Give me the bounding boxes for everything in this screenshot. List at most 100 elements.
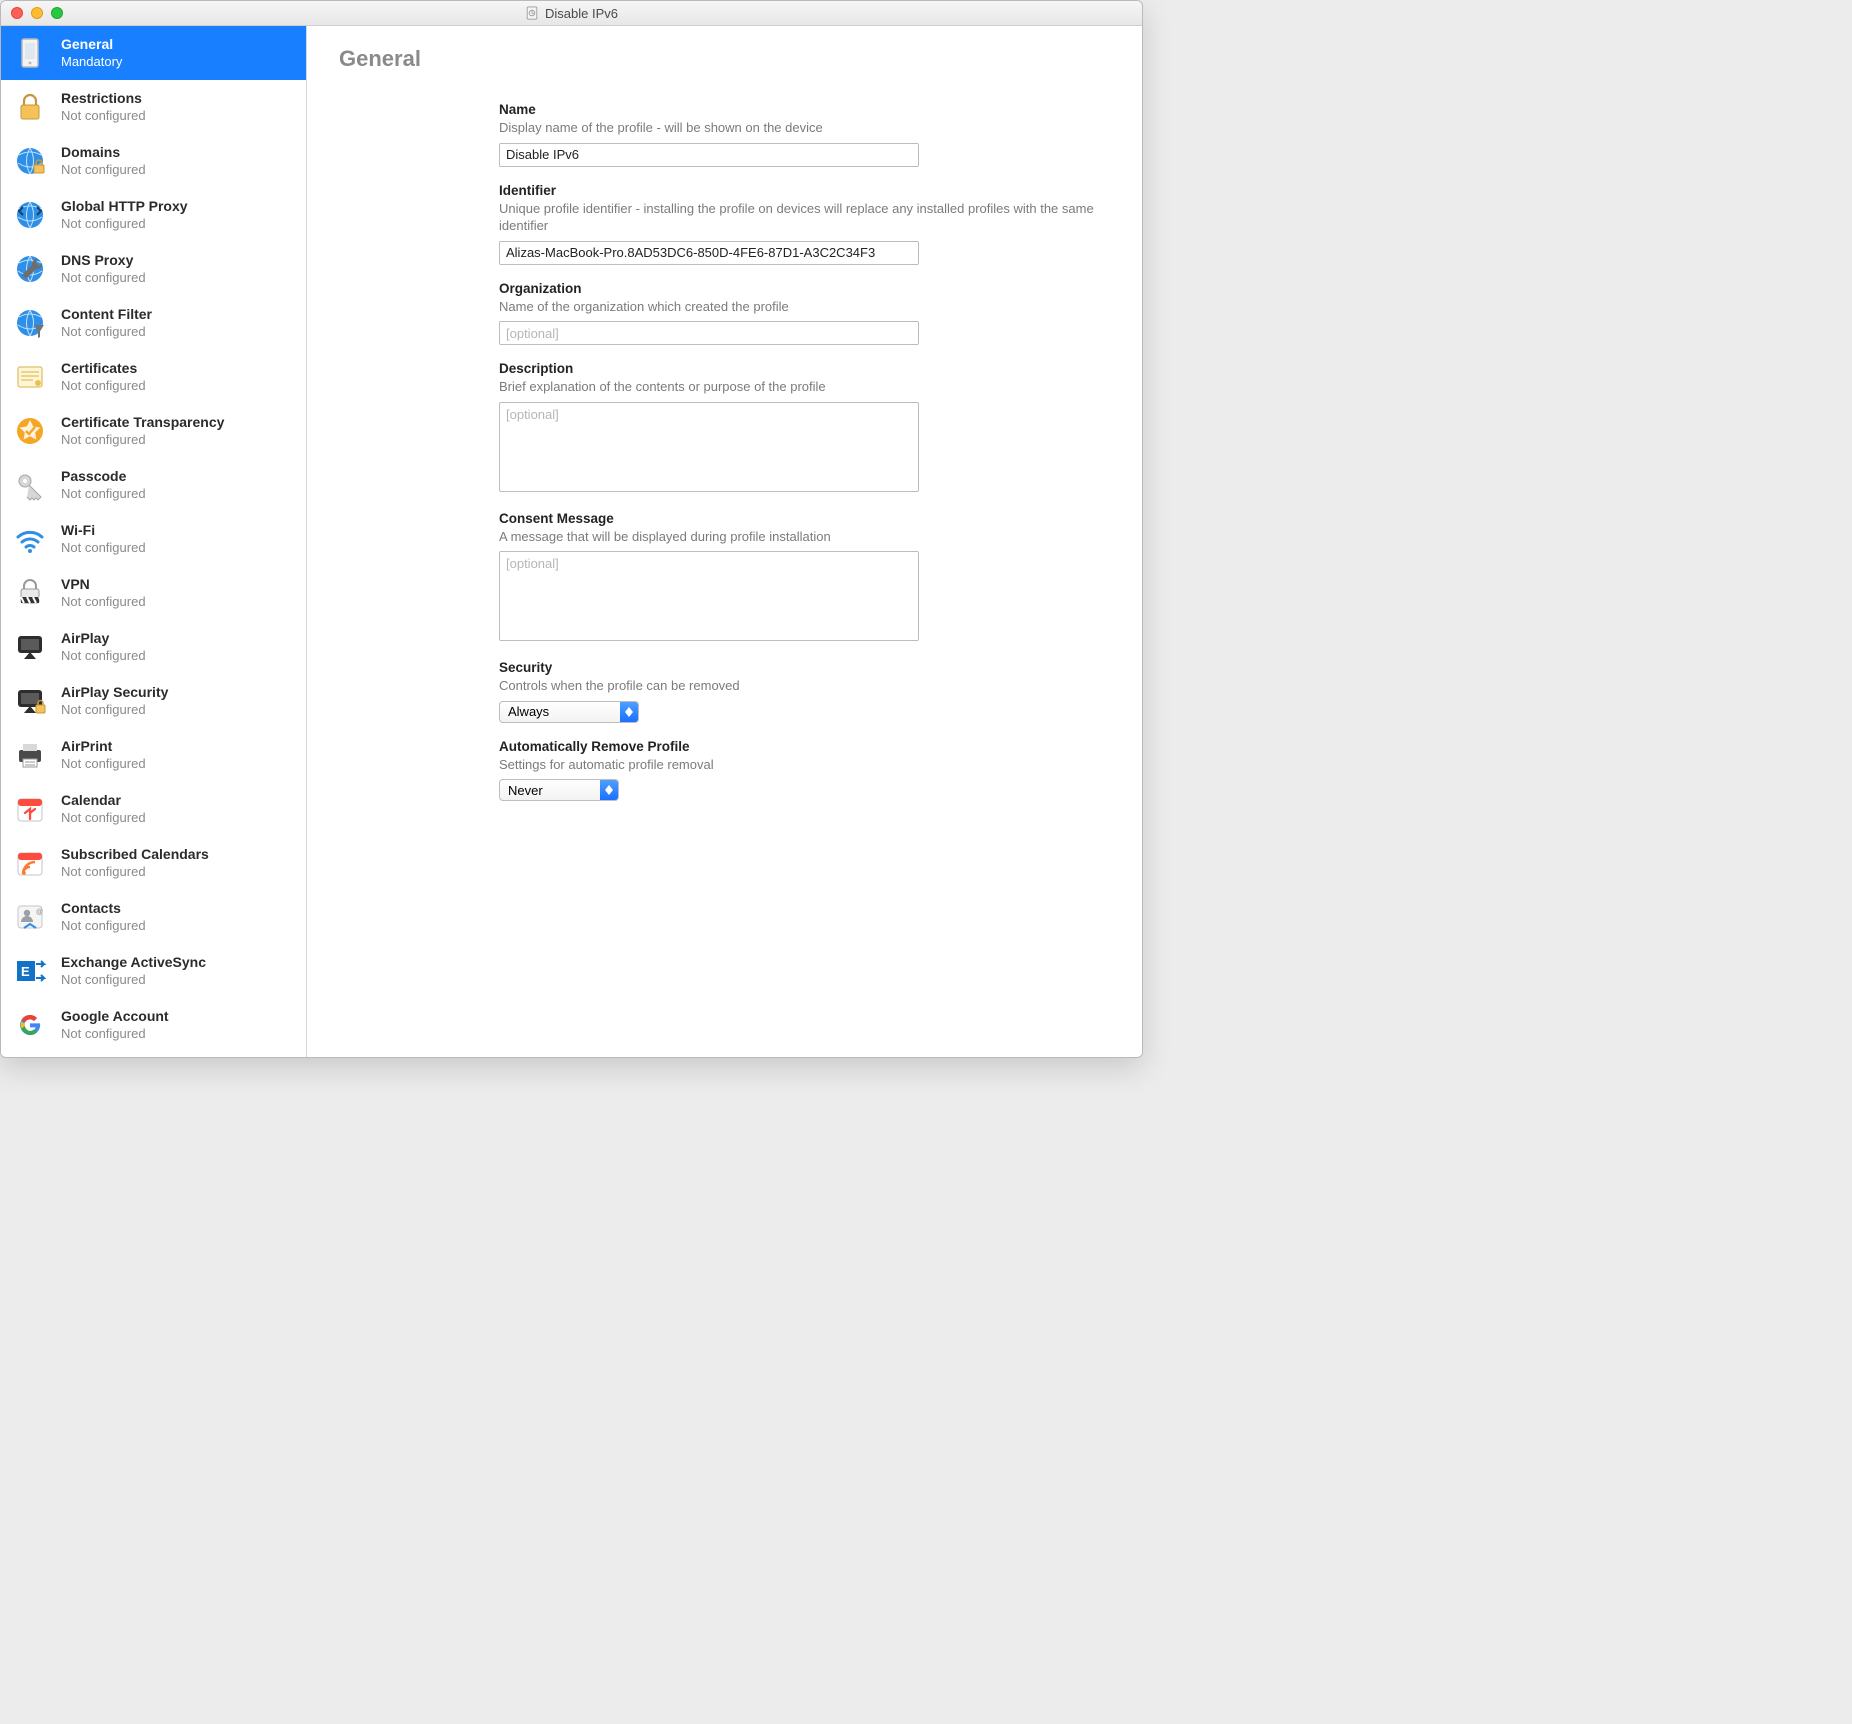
main-panel: General Name Display name of the profile…	[307, 26, 1142, 1057]
domains-icon	[11, 142, 49, 180]
sidebar-item-label: Content Filter	[61, 305, 152, 323]
sidebar-item-status: Not configured	[61, 594, 146, 611]
identifier-input[interactable]	[499, 241, 919, 265]
sidebar-item-contacts[interactable]: ContactsNot configured	[1, 890, 306, 944]
auto-remove-label: Automatically Remove Profile	[499, 739, 1099, 754]
general-form: Name Display name of the profile - will …	[499, 102, 1099, 801]
sidebar-item-status: Not configured	[61, 648, 146, 665]
exchange-activesync-icon	[11, 952, 49, 990]
sidebar-item-dns-proxy[interactable]: DNS ProxyNot configured	[1, 242, 306, 296]
sidebar-item-label: Global HTTP Proxy	[61, 197, 188, 215]
sidebar-item-label: Exchange ActiveSync	[61, 953, 206, 971]
sidebar-item-status: Mandatory	[61, 54, 122, 71]
sidebar-item-label: AirPrint	[61, 737, 146, 755]
dns-proxy-icon	[11, 250, 49, 288]
sidebar-item-calendar[interactable]: CalendarNot configured	[1, 782, 306, 836]
titlebar: Disable IPv6	[1, 1, 1142, 26]
zoom-button[interactable]	[51, 7, 63, 19]
field-organization: Organization Name of the organization wh…	[499, 281, 1099, 346]
sidebar-item-label: Domains	[61, 143, 146, 161]
close-button[interactable]	[11, 7, 23, 19]
sidebar-item-label: Google Account	[61, 1007, 169, 1025]
sidebar-item-wifi[interactable]: Wi-FiNot configured	[1, 512, 306, 566]
vpn-icon	[11, 574, 49, 612]
passcode-icon	[11, 466, 49, 504]
profile-document-icon	[525, 6, 539, 20]
restrictions-icon	[11, 88, 49, 126]
airplay-security-icon	[11, 682, 49, 720]
field-identifier: Identifier Unique profile identifier - i…	[499, 183, 1099, 265]
sidebar-item-label: AirPlay	[61, 629, 146, 647]
identifier-label: Identifier	[499, 183, 1099, 198]
auto-remove-select-value: Never	[500, 780, 600, 800]
sidebar-item-status: Not configured	[61, 918, 146, 935]
sidebar-item-airplay-security[interactable]: AirPlay SecurityNot configured	[1, 674, 306, 728]
field-auto-remove: Automatically Remove Profile Settings fo…	[499, 739, 1099, 802]
sidebar-item-label: Passcode	[61, 467, 146, 485]
sidebar-item-passcode[interactable]: PasscodeNot configured	[1, 458, 306, 512]
sidebar-item-cert-transparency[interactable]: Certificate TransparencyNot configured	[1, 404, 306, 458]
sidebar-item-label: DNS Proxy	[61, 251, 146, 269]
airprint-icon	[11, 736, 49, 774]
description-label: Description	[499, 361, 1099, 376]
minimize-button[interactable]	[31, 7, 43, 19]
chevrons-icon	[620, 702, 638, 722]
sidebar-item-status: Not configured	[61, 216, 188, 233]
airplay-icon	[11, 628, 49, 666]
sidebar-item-domains[interactable]: DomainsNot configured	[1, 134, 306, 188]
sidebar-item-status: Not configured	[61, 810, 146, 827]
sidebar-item-label: Certificate Transparency	[61, 413, 224, 431]
window-title: Disable IPv6	[545, 6, 618, 21]
auto-remove-desc: Settings for automatic profile removal	[499, 756, 1099, 774]
content-filter-icon	[11, 304, 49, 342]
sidebar-item-airplay[interactable]: AirPlayNot configured	[1, 620, 306, 674]
consent-label: Consent Message	[499, 511, 1099, 526]
sidebar-item-exchange-activesync[interactable]: Exchange ActiveSyncNot configured	[1, 944, 306, 998]
organization-desc: Name of the organization which created t…	[499, 298, 1099, 316]
sidebar-item-status: Not configured	[61, 972, 206, 989]
chevrons-icon	[600, 780, 618, 800]
consent-desc: A message that will be displayed during …	[499, 528, 1099, 546]
sidebar-item-restrictions[interactable]: RestrictionsNot configured	[1, 80, 306, 134]
contacts-icon	[11, 898, 49, 936]
sidebar-item-label: Certificates	[61, 359, 146, 377]
sidebar-item-label: Contacts	[61, 899, 146, 917]
calendar-icon	[11, 790, 49, 828]
sidebar-item-label: Subscribed Calendars	[61, 845, 209, 863]
identifier-desc: Unique profile identifier - installing t…	[499, 200, 1099, 235]
cert-transparency-icon	[11, 412, 49, 450]
sidebar-item-airprint[interactable]: AirPrintNot configured	[1, 728, 306, 782]
description-textarea[interactable]	[499, 402, 919, 492]
sidebar-item-status: Not configured	[61, 486, 146, 503]
sidebar-item-vpn[interactable]: VPNNot configured	[1, 566, 306, 620]
sidebar-item-general[interactable]: GeneralMandatory	[1, 26, 306, 80]
wifi-icon	[11, 520, 49, 558]
auto-remove-select[interactable]: Never	[499, 779, 619, 801]
consent-textarea[interactable]	[499, 551, 919, 641]
security-select[interactable]: Always	[499, 701, 639, 723]
field-consent: Consent Message A message that will be d…	[499, 511, 1099, 645]
field-name: Name Display name of the profile - will …	[499, 102, 1099, 167]
sidebar-item-label: Restrictions	[61, 89, 146, 107]
sidebar-item-label: Calendar	[61, 791, 146, 809]
sidebar-item-certificates[interactable]: CertificatesNot configured	[1, 350, 306, 404]
http-proxy-icon	[11, 196, 49, 234]
subscribed-calendars-icon	[11, 844, 49, 882]
field-security: Security Controls when the profile can b…	[499, 660, 1099, 723]
sidebar-item-label: General	[61, 35, 122, 53]
sidebar-item-status: Not configured	[61, 702, 168, 719]
organization-label: Organization	[499, 281, 1099, 296]
sidebar-item-label: VPN	[61, 575, 146, 593]
google-account-icon	[11, 1006, 49, 1044]
name-desc: Display name of the profile - will be sh…	[499, 119, 1099, 137]
sidebar-item-http-proxy[interactable]: Global HTTP ProxyNot configured	[1, 188, 306, 242]
traffic-lights	[1, 7, 63, 19]
organization-input[interactable]	[499, 321, 919, 345]
name-input[interactable]	[499, 143, 919, 167]
sidebar-item-content-filter[interactable]: Content FilterNot configured	[1, 296, 306, 350]
app-window: Disable IPv6 GeneralMandatoryRestriction…	[0, 0, 1143, 1058]
sidebar-item-google-account[interactable]: Google AccountNot configured	[1, 998, 306, 1052]
sidebar[interactable]: GeneralMandatoryRestrictionsNot configur…	[1, 26, 307, 1057]
sidebar-item-subscribed-calendars[interactable]: Subscribed CalendarsNot configured	[1, 836, 306, 890]
sidebar-item-status: Not configured	[61, 756, 146, 773]
